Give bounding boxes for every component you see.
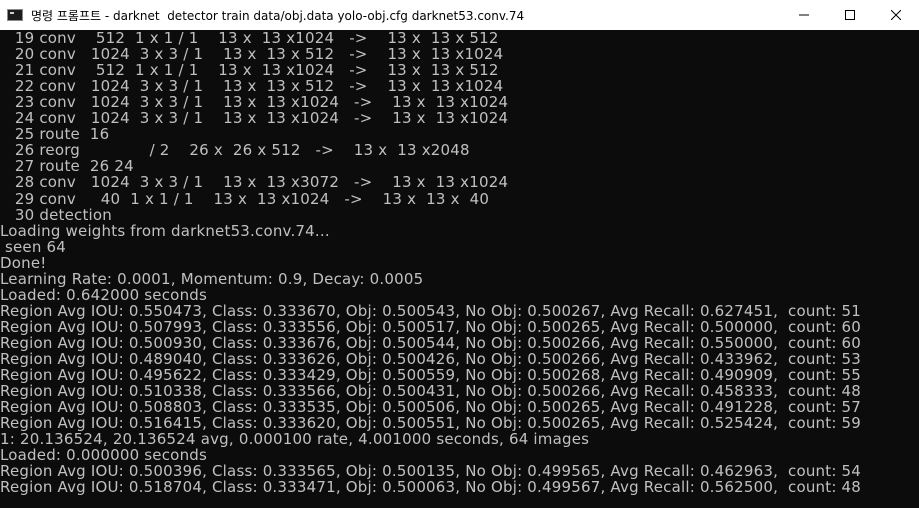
- console-line: 1: 20.136524, 20.136524 avg, 0.000100 ra…: [0, 430, 590, 449]
- window-controls: [781, 0, 919, 30]
- console-line: Done!: [0, 253, 47, 272]
- console-line: Region Avg IOU: 0.510338, Class: 0.33356…: [0, 382, 862, 401]
- console-line: 23 conv 1024 3 x 3 / 1 13 x 13 x1024 -> …: [0, 93, 509, 112]
- console-line: Region Avg IOU: 0.518704, Class: 0.33347…: [0, 478, 862, 497]
- console-line: 22 conv 1024 3 x 3 / 1 13 x 13 x 512 -> …: [0, 77, 504, 96]
- console-line: Region Avg IOU: 0.507993, Class: 0.33355…: [0, 317, 862, 336]
- console-line: 20 conv 1024 3 x 3 / 1 13 x 13 x 512 -> …: [0, 45, 504, 64]
- close-button[interactable]: [873, 0, 919, 30]
- console-line: seen 64: [0, 237, 67, 256]
- console-line: 19 conv 512 1 x 1 / 1 13 x 13 x1024 -> 1…: [0, 30, 499, 47]
- maximize-button[interactable]: [827, 0, 873, 30]
- console-line: Learning Rate: 0.0001, Momentum: 0.9, De…: [0, 269, 424, 288]
- maximize-icon: [845, 10, 855, 20]
- console-line: Region Avg IOU: 0.500396, Class: 0.33356…: [0, 462, 862, 481]
- console-output[interactable]: 19 conv 512 1 x 1 / 1 13 x 13 x1024 -> 1…: [0, 30, 919, 508]
- command-prompt-window: 명령 프롬프트 - darknet detector train data/ob…: [0, 0, 919, 508]
- console-line: Loaded: 0.642000 seconds: [0, 285, 208, 304]
- console-line: 24 conv 1024 3 x 3 / 1 13 x 13 x1024 -> …: [0, 109, 509, 128]
- console-line: Loaded: 0.000000 seconds: [0, 446, 208, 465]
- window-title: 명령 프롬프트 - darknet detector train data/ob…: [31, 8, 525, 23]
- console-line: Region Avg IOU: 0.508803, Class: 0.33353…: [0, 398, 862, 417]
- console-line: 29 conv 40 1 x 1 / 1 13 x 13 x1024 -> 13…: [0, 189, 490, 208]
- console-line: 21 conv 512 1 x 1 / 1 13 x 13 x1024 -> 1…: [0, 61, 499, 80]
- console-line: Region Avg IOU: 0.495622, Class: 0.33342…: [0, 366, 862, 385]
- console-line: Region Avg IOU: 0.550473, Class: 0.33367…: [0, 301, 862, 320]
- console-line: Region Avg IOU: 0.489040, Class: 0.33362…: [0, 350, 862, 368]
- cmd-icon: [7, 9, 23, 21]
- console-line: Region Avg IOU: 0.516415, Class: 0.33362…: [0, 414, 862, 433]
- console-line: Region Avg IOU: 0.500930, Class: 0.33367…: [0, 333, 862, 352]
- close-icon: [891, 10, 901, 20]
- console-line: 28 conv 1024 3 x 3 / 1 13 x 13 x3072 -> …: [0, 173, 509, 192]
- title-bar[interactable]: 명령 프롬프트 - darknet detector train data/ob…: [0, 0, 919, 30]
- minimize-icon: [799, 14, 809, 16]
- console-line: 27 route 26 24: [0, 157, 134, 176]
- console-line: 30 detection: [0, 205, 112, 224]
- console-line: Loading weights from darknet53.conv.74..…: [0, 221, 330, 240]
- console-line: 26 reorg / 2 26 x 26 x 512 -> 13 x 13 x2…: [0, 141, 470, 160]
- minimize-button[interactable]: [781, 0, 827, 30]
- console-line: 25 route 16: [0, 125, 110, 144]
